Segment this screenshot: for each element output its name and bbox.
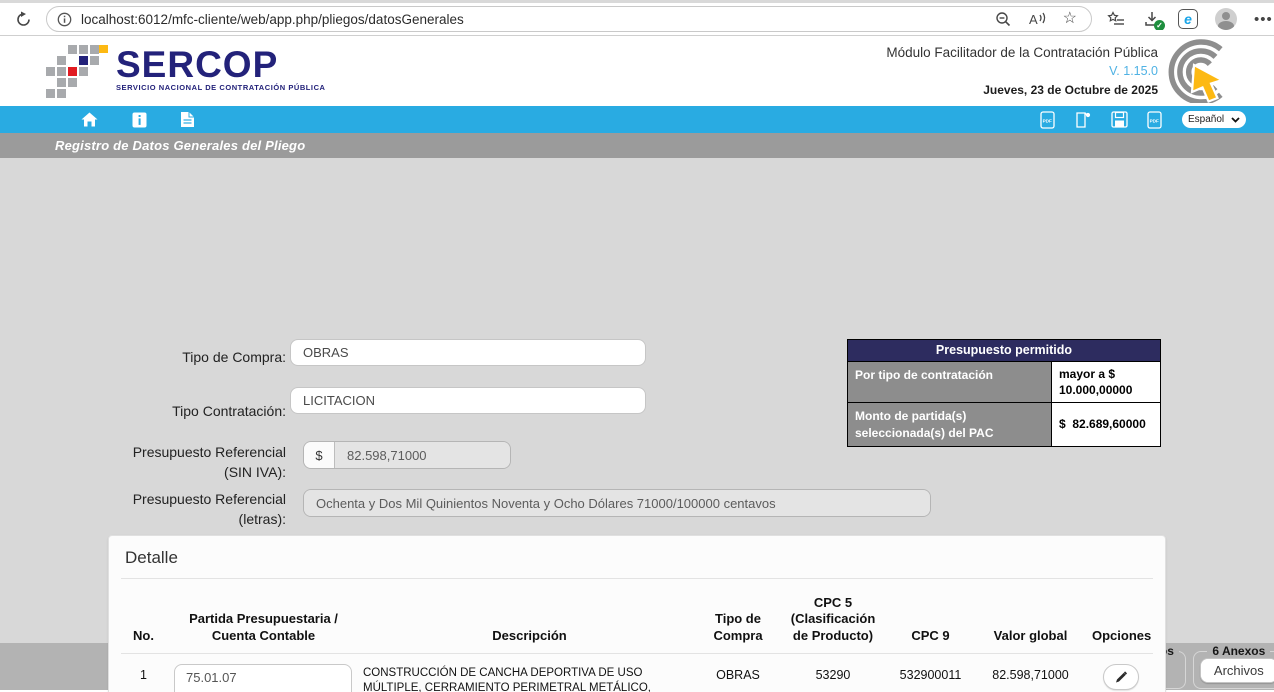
row-cpc9: 532900011 (888, 664, 973, 682)
url-text[interactable]: localhost:6012/mfc-cliente/web/app.php/p… (81, 12, 986, 27)
tipo-compra-input[interactable]: OBRAS (290, 339, 646, 366)
svg-text:A: A (1029, 12, 1038, 27)
row-label: Por tipo de contratación (848, 362, 1052, 402)
col-header-opciones: Opciones (1088, 628, 1153, 644)
row-descripcion: CONSTRUCCIÓN DE CANCHA DEPORTIVA DE USO … (361, 664, 698, 692)
presupuesto-permitido-title: Presupuesto permitido (848, 340, 1160, 362)
detalle-panel: Detalle No. Partida Presupuestaria / Cue… (108, 535, 1166, 692)
save-icon[interactable] (1111, 111, 1128, 128)
tipo-contratacion-label: Tipo Contratación: (104, 401, 286, 421)
export-pdf-icon[interactable]: PDF (1040, 111, 1056, 129)
col-header-valor-global: Valor global (973, 628, 1088, 644)
language-select[interactable]: Español (1182, 111, 1246, 128)
info-icon[interactable] (132, 112, 147, 128)
col-header-cpc9: CPC 9 (888, 628, 973, 644)
favorites-star-icon[interactable]: ☆ (1063, 11, 1077, 27)
group-legend: 6 Anexos (1207, 644, 1270, 658)
row-cpc5: 53290 (778, 664, 888, 682)
downloads-icon[interactable]: ✓ (1143, 10, 1161, 28)
language-value: Español (1188, 114, 1224, 125)
col-header-partida: Partida Presupuestaria / Cuenta Contable (166, 611, 361, 644)
zoom-out-icon[interactable] (995, 11, 1012, 28)
presupuesto-letras-input: Ochenta y Dos Mil Quinientos Noventa y O… (304, 490, 930, 516)
presupuesto-permitido-table: Presupuesto permitido Por tipo de contra… (847, 339, 1161, 447)
tipo-contratacion-input[interactable]: LICITACION (290, 387, 646, 414)
presupuesto-letras-group: Ochenta y Dos Mil Quinientos Noventa y O… (303, 489, 931, 517)
download-success-badge: ✓ (1154, 20, 1165, 30)
pencil-icon (1114, 670, 1128, 684)
row-label: Monto de partida(s) seleccionada(s) del … (848, 403, 1052, 445)
tipo-compra-label: Tipo de Compra: (104, 347, 286, 367)
app-title: Módulo Facilitador de la Contratación Pú… (886, 43, 1158, 62)
mfc-swoosh-logo-icon (1156, 39, 1248, 103)
browser-menu-icon[interactable]: ••• (1254, 11, 1273, 28)
col-header-no: No. (121, 628, 166, 644)
partida-input[interactable]: 75.01.07 (174, 664, 352, 692)
new-document-icon[interactable] (1075, 111, 1092, 129)
app-header: SERCOP SERVICIO NACIONAL DE CONTRATACIÓN… (0, 36, 1274, 106)
page-title-bar: Registro de Datos Generales del Pliego (0, 133, 1274, 158)
svg-text:PDF: PDF (1150, 118, 1159, 123)
table-row: Por tipo de contratación mayor a $ 10.00… (848, 362, 1160, 403)
row-valor-global: 82.598,71000 (973, 664, 1088, 682)
presupuesto-letras-label: Presupuesto Referencial (letras): (104, 489, 286, 530)
currency-addon: $ (304, 442, 335, 468)
sercop-pixel-arrow-icon (46, 45, 108, 99)
document-icon[interactable] (180, 111, 195, 128)
nav-button-archivos[interactable]: Archivos (1201, 659, 1274, 682)
row-value: $ 82.689,60000 (1052, 403, 1160, 445)
chevron-down-icon (1231, 117, 1240, 123)
browser-toolbar: localhost:6012/mfc-cliente/web/app.php/p… (0, 3, 1274, 36)
address-bar[interactable]: localhost:6012/mfc-cliente/web/app.php/p… (46, 6, 1092, 32)
nav-group-anexos: 6 Anexos Archivos (1193, 644, 1274, 689)
home-icon[interactable] (80, 111, 99, 128)
detalle-table-header: No. Partida Presupuestaria / Cuenta Cont… (121, 579, 1153, 654)
ie-mode-icon[interactable]: e (1178, 9, 1198, 29)
refresh-icon[interactable] (10, 6, 36, 32)
app-version: V. 1.15.0 (886, 62, 1158, 81)
row-value: mayor a $ 10.000,00000 (1052, 362, 1160, 402)
site-info-icon[interactable] (57, 12, 72, 27)
presupuesto-sin-iva-label: Presupuesto Referencial (SIN IVA): (104, 442, 286, 483)
read-aloud-icon[interactable]: A (1028, 11, 1047, 27)
svg-text:PDF: PDF (1043, 118, 1052, 123)
table-row: Monto de partida(s) seleccionada(s) del … (848, 403, 1160, 445)
row-tipo-compra: OBRAS (698, 664, 778, 682)
current-date: Jueves, 23 de Octubre de 2025 (886, 81, 1158, 100)
sercop-logo: SERCOP SERVICIO NACIONAL DE CONTRATACIÓN… (46, 45, 326, 99)
logo-subtitle: SERVICIO NACIONAL DE CONTRATACIÓN PÚBLIC… (116, 83, 326, 92)
main-toolbar: PDF PDF Español (0, 106, 1274, 133)
page-title: Registro de Datos Generales del Pliego (55, 138, 305, 153)
col-header-descripcion: Descripción (361, 628, 698, 644)
col-header-tipo-compra: Tipo de Compra (698, 611, 778, 644)
presupuesto-sin-iva-group: $ 82.598,71000 (303, 441, 511, 469)
collections-icon[interactable] (1106, 11, 1126, 28)
presupuesto-sin-iva-input: 82.598,71000 (335, 442, 510, 468)
edit-row-button[interactable] (1103, 664, 1139, 690)
detalle-title: Detalle (121, 548, 1153, 579)
row-number: 1 (121, 664, 166, 682)
detalle-table-row: 1 75.01.07 CONSTRUCCIÓN DE CANCHA DEPORT… (121, 654, 1153, 692)
main-content: Tipo de Compra: OBRAS Tipo Contratación:… (0, 158, 1274, 643)
logo-title: SERCOP (116, 49, 326, 80)
profile-avatar[interactable] (1215, 8, 1237, 30)
col-header-cpc5: CPC 5 (Clasificación de Producto) (778, 595, 888, 644)
print-pdf-icon[interactable]: PDF (1147, 111, 1163, 129)
